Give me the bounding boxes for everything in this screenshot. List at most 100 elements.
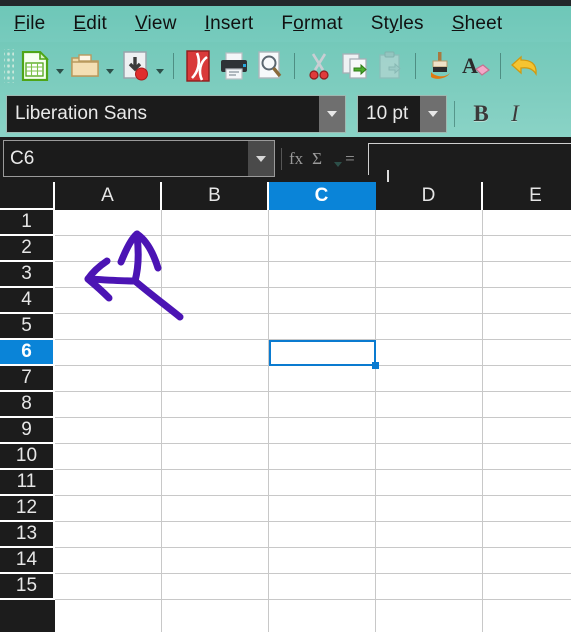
row-header-2[interactable]: 2	[0, 236, 55, 262]
menu-item-file[interactable]: File	[14, 13, 45, 35]
menu-item-styles[interactable]: Styles	[371, 13, 424, 35]
libreoffice-calc-window: File Edit View Insert Format Styles Shee…	[0, 0, 571, 632]
gridline-horizontal	[55, 443, 571, 444]
save-button[interactable]	[117, 46, 153, 86]
row-header-9[interactable]: 9	[0, 418, 55, 444]
clear-formatting-button[interactable]: A	[458, 46, 494, 86]
row-header-8[interactable]: 8	[0, 392, 55, 418]
formula-input-line[interactable]	[368, 143, 571, 175]
font-size-combobox[interactable]: 10 pt	[357, 94, 447, 133]
row-header-3[interactable]: 3	[0, 262, 55, 288]
chevron-down-icon	[156, 69, 164, 74]
spreadsheet-area: ABCDE 1 2 3 4 5 6 7 8 9 10 11 12 13 14 15	[0, 182, 571, 632]
select-all-corner[interactable]	[0, 182, 55, 210]
column-header-d[interactable]: D	[376, 182, 483, 210]
column-header-c[interactable]: C	[269, 182, 376, 210]
undo-icon	[511, 55, 537, 77]
toolbar-separator	[173, 53, 174, 79]
gridline-vertical	[482, 210, 483, 632]
gridline-horizontal	[55, 313, 571, 314]
standard-toolbar: A	[0, 42, 571, 90]
save-dropdown[interactable]	[153, 46, 167, 86]
font-name-value[interactable]: Liberation Sans	[7, 103, 319, 125]
toolbar-separator	[500, 53, 501, 79]
chevron-down-icon	[256, 155, 266, 162]
font-name-combobox[interactable]: Liberation Sans	[6, 94, 346, 133]
column-headers: ABCDE	[55, 182, 571, 210]
row-header-7[interactable]: 7	[0, 366, 55, 392]
gridline-horizontal	[55, 599, 571, 600]
cell-grid[interactable]	[55, 210, 571, 632]
column-header-b[interactable]: B	[162, 182, 269, 210]
fill-handle[interactable]	[372, 362, 379, 369]
undo-button[interactable]	[507, 46, 543, 86]
paste-icon	[379, 51, 401, 79]
menu-item-edit[interactable]: Edit	[73, 13, 107, 35]
formula-separator	[281, 147, 282, 170]
svg-text:A: A	[462, 53, 478, 78]
font-size-value[interactable]: 10 pt	[358, 103, 420, 125]
print-preview-button[interactable]	[252, 46, 288, 86]
open-folder-icon	[71, 54, 99, 77]
gridline-vertical	[268, 210, 269, 632]
row-header-13[interactable]: 13	[0, 522, 55, 548]
row-header-15[interactable]: 15	[0, 574, 55, 600]
toolbar-separator	[294, 53, 295, 79]
name-box-dropdown-button[interactable]	[248, 141, 274, 176]
open-button[interactable]	[67, 46, 103, 86]
new-document-icon	[21, 51, 49, 81]
chevron-down-icon	[106, 69, 114, 74]
chevron-down-icon	[334, 161, 343, 167]
export-pdf-button[interactable]	[180, 46, 216, 86]
chevron-down-icon	[428, 110, 438, 117]
cut-button[interactable]	[301, 46, 337, 86]
row-header-1[interactable]: 1	[0, 210, 55, 236]
sum-button[interactable]: Σ	[312, 149, 322, 169]
save-icon	[123, 51, 148, 81]
selected-cell-c6[interactable]	[269, 340, 376, 366]
gridline-horizontal	[55, 391, 571, 392]
menu-bar: File Edit View Insert Format Styles Shee…	[0, 6, 571, 42]
gridline-vertical	[161, 210, 162, 632]
row-header-10[interactable]: 10	[0, 444, 55, 470]
font-name-dropdown-button[interactable]	[319, 95, 345, 132]
paste-button	[373, 46, 409, 86]
gridline-vertical	[375, 210, 376, 632]
new-document-dropdown[interactable]	[53, 46, 67, 86]
name-box[interactable]: C6	[3, 140, 275, 177]
row-header-6[interactable]: 6	[0, 340, 55, 366]
name-box-value[interactable]: C6	[4, 148, 248, 170]
row-headers: 1 2 3 4 5 6 7 8 9 10 11 12 13 14 15	[0, 210, 55, 600]
sum-dropdown-button[interactable]	[331, 139, 345, 179]
toolbar-drag-handle[interactable]	[4, 49, 14, 83]
row-header-14[interactable]: 14	[0, 548, 55, 574]
copy-button[interactable]	[337, 46, 373, 86]
clone-formatting-button[interactable]	[422, 46, 458, 86]
gridline-horizontal	[55, 469, 571, 470]
italic-button[interactable]: I	[498, 101, 532, 127]
menu-item-sheet[interactable]: Sheet	[452, 13, 503, 35]
export-pdf-icon	[186, 50, 210, 82]
gridline-horizontal	[55, 547, 571, 548]
row-header-12[interactable]: 12	[0, 496, 55, 522]
bold-button[interactable]: B	[464, 101, 498, 127]
print-button[interactable]	[216, 46, 252, 86]
formatting-separator	[454, 100, 455, 127]
column-header-a[interactable]: A	[55, 182, 162, 210]
row-header-5[interactable]: 5	[0, 314, 55, 340]
formula-equals-button[interactable]: =	[345, 149, 355, 169]
print-preview-icon	[258, 51, 282, 79]
font-size-dropdown-button[interactable]	[420, 95, 446, 132]
new-document-button[interactable]	[17, 46, 53, 86]
open-dropdown[interactable]	[103, 46, 117, 86]
formatting-toolbar: Liberation Sans 10 pt B I	[0, 90, 571, 137]
column-header-e[interactable]: E	[483, 182, 571, 210]
menu-item-format[interactable]: Format	[281, 13, 342, 35]
row-header-4[interactable]: 4	[0, 288, 55, 314]
copy-icon	[342, 53, 367, 79]
row-header-11[interactable]: 11	[0, 470, 55, 496]
menu-item-insert[interactable]: Insert	[205, 13, 254, 35]
function-wizard-button[interactable]: fx	[289, 149, 303, 169]
menu-item-view[interactable]: View	[135, 13, 177, 35]
gridline-horizontal	[55, 573, 571, 574]
